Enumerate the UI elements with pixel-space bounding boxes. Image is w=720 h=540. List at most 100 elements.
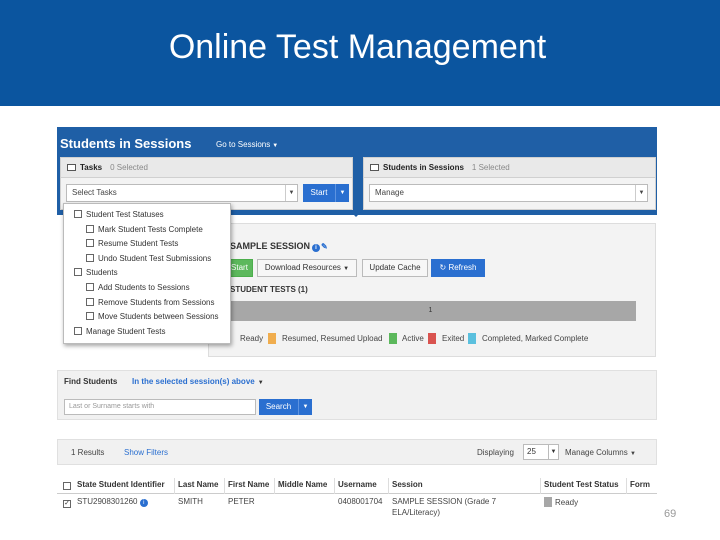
column-divider (334, 478, 335, 494)
window-icon (370, 164, 379, 171)
menu-item-add-students[interactable]: Add Students to Sessions (86, 283, 190, 292)
legend-active: Active (402, 334, 424, 343)
group-checkbox[interactable] (74, 327, 82, 335)
info-icon[interactable]: i (312, 244, 321, 252)
menu-group-students[interactable]: Students (74, 268, 118, 277)
chevron-down-icon: ▼ (257, 380, 264, 386)
refresh-button[interactable]: ↻ Refresh (431, 259, 485, 277)
column-student-test-status[interactable]: Student Test Status (544, 480, 619, 489)
menu-item-move-students[interactable]: Move Students between Sessions (86, 312, 219, 321)
item-checkbox[interactable] (86, 312, 94, 320)
search-button[interactable]: Search (259, 399, 298, 415)
chevron-down-icon: ▼ (302, 404, 309, 410)
go-to-sessions-label: Go to Sessions (216, 140, 271, 149)
start-task-button[interactable]: Start (303, 184, 335, 202)
menu-item-resume[interactable]: Resume Student Tests (86, 239, 178, 248)
status-progress-bar: 1 (225, 301, 636, 321)
slide-title: Online Test Management (168, 28, 547, 66)
column-middle-name[interactable]: Middle Name (278, 480, 327, 489)
sis-selected-count: 1 Selected (471, 163, 510, 172)
chevron-down-icon: ▼ (629, 451, 636, 457)
column-divider (224, 478, 225, 494)
search-options-button[interactable]: ▼ (298, 399, 312, 415)
legend-completed: Completed, Marked Complete (482, 334, 589, 343)
group-checkbox[interactable] (74, 268, 82, 276)
download-resources-button[interactable]: Download Resources ▼ (257, 259, 357, 277)
column-last-name[interactable]: Last Name (178, 480, 218, 489)
menu-label: Student Test Statuses (86, 210, 164, 219)
manage-columns-label: Manage Columns (565, 448, 628, 457)
menu-item-remove-students[interactable]: Remove Students from Sessions (86, 298, 215, 307)
window-icon (67, 164, 76, 171)
row-session-line2: ELA/Literacy) (392, 508, 441, 517)
manage-columns-dropdown[interactable]: Manage Columns ▼ (565, 448, 636, 457)
column-username[interactable]: Username (338, 480, 377, 489)
menu-label: Move Students between Sessions (98, 312, 219, 321)
column-divider (274, 478, 275, 494)
refresh-label: Refresh (448, 263, 477, 272)
chevron-down-icon: ▼ (343, 266, 350, 272)
update-cache-button[interactable]: Update Cache (362, 259, 428, 277)
info-icon[interactable]: i (139, 499, 148, 507)
go-to-sessions-link[interactable]: Go to Sessions ▼ (216, 140, 278, 149)
displaying-label: Displaying (477, 448, 514, 457)
pencil-icon[interactable]: ✎ (321, 242, 328, 251)
column-first-name[interactable]: First Name (228, 480, 269, 489)
search-input[interactable]: Last or Surname starts with (64, 399, 256, 415)
select-tasks-dropdown[interactable]: Select Tasks ▼ (66, 184, 298, 202)
menu-group-student-test-statuses[interactable]: Student Test Statuses (74, 210, 164, 219)
menu-group-manage-student-tests[interactable]: Manage Student Tests (74, 327, 165, 336)
download-resources-label: Download Resources (264, 263, 341, 272)
chevron-down-icon[interactable]: ▼ (549, 444, 559, 460)
legend-swatch-completed (468, 333, 476, 344)
page-number: 69 (664, 508, 677, 520)
menu-label: Add Students to Sessions (98, 283, 190, 292)
item-checkbox[interactable] (86, 298, 94, 306)
page-size-select[interactable]: 25 (523, 444, 549, 460)
session-name-text: SAMPLE SESSION (230, 241, 311, 251)
results-count: 1 Results (71, 448, 105, 457)
status-swatch (544, 497, 552, 507)
menu-label: Mark Student Tests Complete (98, 225, 203, 234)
search-scope-value: In the selected session(s) above (132, 377, 255, 386)
column-divider (388, 478, 389, 494)
panel-pointer (350, 211, 362, 217)
sis-label: Students in Sessions (383, 163, 464, 172)
menu-label: Remove Students from Sessions (98, 298, 215, 307)
column-session[interactable]: Session (392, 480, 423, 489)
item-checkbox[interactable] (86, 254, 94, 262)
tasks-panel-header: Tasks 0 Selected (60, 157, 353, 178)
student-tests-heading: STUDENT TESTS (1) (230, 285, 308, 294)
item-checkbox[interactable] (86, 283, 94, 291)
tasks-dropdown-menu: Student Test Statuses Mark Student Tests… (63, 203, 231, 344)
group-checkbox[interactable] (74, 210, 82, 218)
column-divider (174, 478, 175, 494)
show-filters-link[interactable]: Show Filters (124, 448, 168, 457)
row-checkbox[interactable]: ✓ (63, 500, 71, 508)
item-checkbox[interactable] (86, 239, 94, 247)
menu-item-undo-submissions[interactable]: Undo Student Test Submissions (86, 254, 211, 263)
chevron-down-icon: ▼ (272, 143, 279, 149)
tasks-label: Tasks (80, 163, 103, 172)
sis-panel-header: Students in Sessions 1 Selected (363, 157, 656, 178)
menu-label: Students (86, 268, 118, 277)
start-options-button[interactable]: ▼ (335, 184, 349, 202)
manage-value: Manage (375, 188, 404, 197)
column-divider (540, 478, 541, 494)
search-scope-dropdown[interactable]: In the selected session(s) above ▼ (132, 377, 264, 386)
menu-label: Resume Student Tests (98, 239, 179, 248)
column-state-student-identifier[interactable]: State Student Identifier (77, 480, 165, 489)
chevron-down-icon: ▼ (339, 190, 346, 196)
legend-swatch-exited (428, 333, 436, 344)
session-name: SAMPLE SESSION i ✎ (230, 241, 328, 252)
legend-swatch-active (389, 333, 397, 344)
column-form[interactable]: Form (630, 480, 650, 489)
menu-item-mark-complete[interactable]: Mark Student Tests Complete (86, 225, 203, 234)
legend-resumed: Resumed, Resumed Upload (282, 334, 383, 343)
row-student-id: STU2908301260 i (77, 497, 148, 507)
row-session-line1: SAMPLE SESSION (Grade 7 (392, 497, 497, 506)
item-checkbox[interactable] (86, 225, 94, 233)
manage-dropdown[interactable]: Manage ▼ (369, 184, 648, 202)
find-students-label: Find Students (64, 377, 118, 386)
select-all-checkbox[interactable] (63, 482, 71, 490)
